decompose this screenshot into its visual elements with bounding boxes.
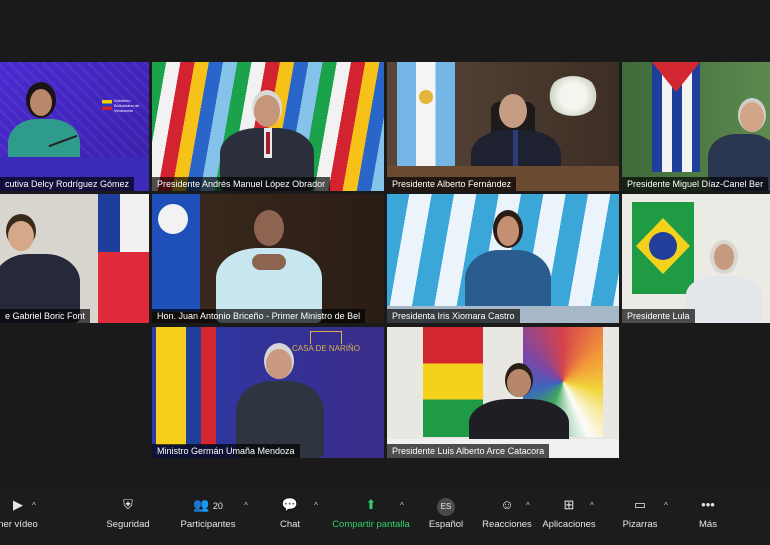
venezuela-logo: Gobierno Bolivariano de Venezuela (102, 98, 140, 114)
participant-name: Ministro Germán Umaña Mendoza (152, 444, 300, 458)
chevron-up-icon[interactable]: ^ (400, 501, 404, 510)
shield-icon: ⛨ (123, 497, 133, 512)
chevron-up-icon[interactable]: ^ (244, 501, 248, 510)
more-button[interactable]: ••• Más (690, 496, 726, 536)
participant-name: Presidente Miguel Díaz-Canel Ber (622, 177, 769, 191)
chevron-up-icon[interactable]: ^ (32, 501, 36, 510)
whiteboard-icon: ▭ (633, 497, 647, 512)
video-tile-belize[interactable]: Hon. Juan Antonio Briceño - Primer Minis… (152, 194, 384, 323)
whiteboards-button[interactable]: ▭ Pizarras (618, 496, 662, 536)
participant-name: Presidente Andrés Manuel López Obrador (152, 177, 331, 191)
video-tile-venezuela[interactable]: Gobierno Bolivariano de Venezuela cutiva… (0, 62, 149, 191)
video-tile-cuba[interactable]: Presidente Miguel Díaz-Canel Ber (622, 62, 770, 191)
video-tile-mexico[interactable]: Presidente Andrés Manuel López Obrador (152, 62, 384, 191)
chevron-up-icon[interactable]: ^ (590, 501, 594, 510)
video-tile-chile[interactable]: e Gabriel Boric Font (0, 194, 149, 323)
chevron-up-icon[interactable]: ^ (314, 501, 318, 510)
language-button[interactable]: ES Español (426, 496, 466, 536)
chat-icon: 💬 (281, 497, 299, 512)
meeting-toolbar: ▶ ner vídeo ^ ⛨ Seguridad 👥 20 Participa… (0, 490, 770, 545)
casa-de-narino-logo: CASA DE NARIÑO (286, 331, 366, 355)
flowers (547, 76, 599, 116)
security-button[interactable]: ⛨ Seguridad (102, 496, 154, 536)
language-icon: ES (426, 496, 466, 516)
video-tile-colombia[interactable]: CASA DE NARIÑO Ministro Germán Umaña Men… (152, 327, 384, 458)
argentina-flag (397, 62, 455, 180)
participant-name: Presidente Luis Alberto Arce Catacora (387, 444, 550, 458)
chevron-up-icon[interactable]: ^ (526, 501, 530, 510)
participant-name: cutiva Delcy Rodríguez Gómez (0, 177, 135, 191)
chevron-up-icon[interactable]: ^ (664, 501, 668, 510)
belize-flag-emblem (158, 204, 188, 234)
video-tile-argentina[interactable]: Presidente Alberto Fernández (387, 62, 619, 191)
smiley-icon: ☺ (500, 497, 514, 512)
participant-name: e Gabriel Boric Font (0, 309, 91, 323)
participant-name: Presidenta Iris Xiomara Castro (387, 309, 520, 323)
colombia-flag (156, 327, 216, 445)
chile-flag-white (120, 194, 149, 252)
participant-name: Presidente Alberto Fernández (387, 177, 517, 191)
reactions-button[interactable]: ☺ Reacciones (482, 496, 532, 536)
chat-button[interactable]: 💬 Chat (272, 496, 308, 536)
participant-name: Hon. Juan Antonio Briceño - Primer Minis… (152, 309, 366, 323)
people-icon: 👥 20 (193, 497, 223, 512)
sun-emblem (419, 90, 433, 104)
participant-name: Presidente Lula (622, 309, 695, 323)
more-icon: ••• (701, 497, 715, 512)
brazil-flag-globe (649, 232, 677, 260)
video-tile-bolivia[interactable]: Presidente Luis Alberto Arce Catacora (387, 327, 619, 458)
video-tile-brazil[interactable]: Presidente Lula (622, 194, 770, 323)
participants-button[interactable]: 👥 20 Participantes (176, 496, 240, 536)
video-tile-honduras[interactable]: Presidenta Iris Xiomara Castro (387, 194, 619, 323)
